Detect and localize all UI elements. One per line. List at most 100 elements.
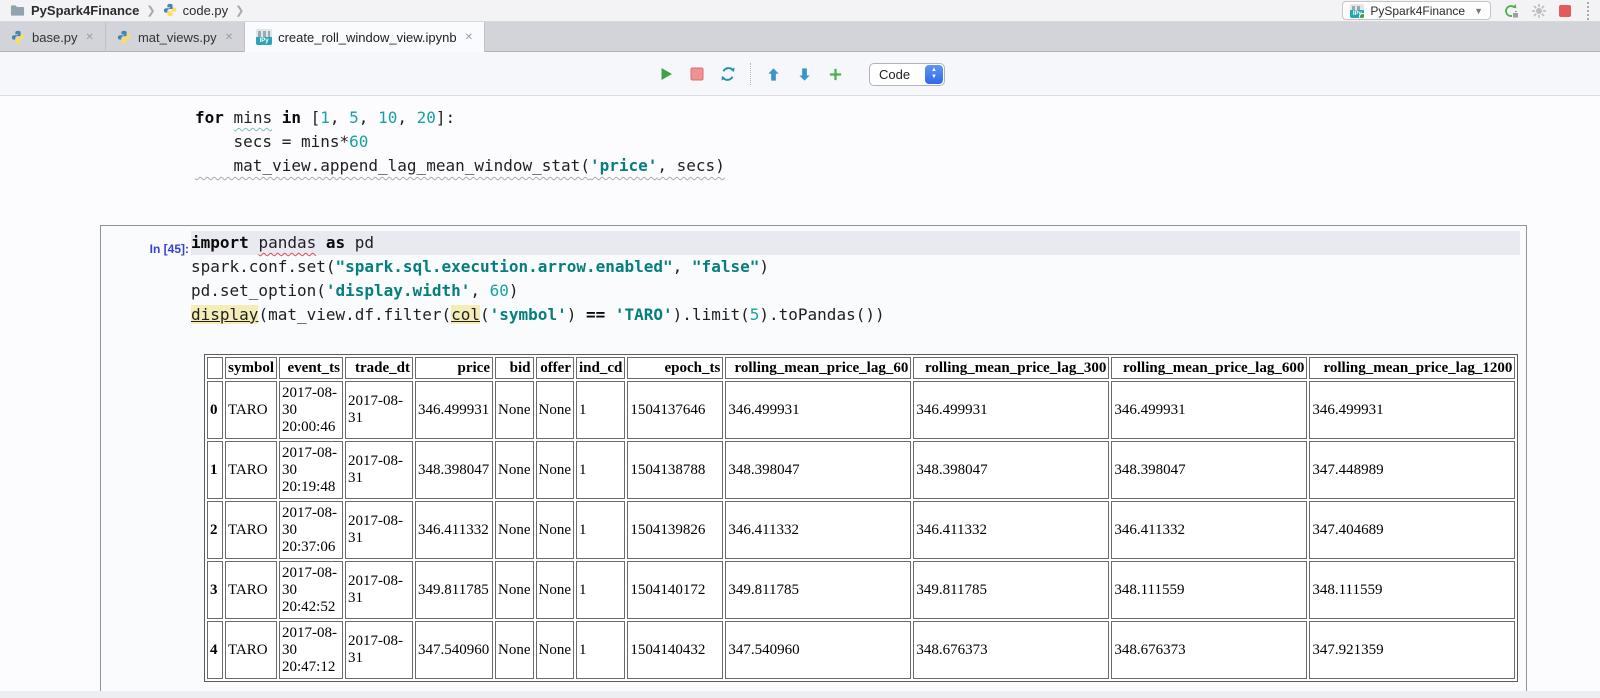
running-indicator-dot — [1359, 13, 1364, 18]
code-cell-display[interactable]: import pandas as pdspark.conf.set("spark… — [191, 231, 1520, 327]
table-cell: 347.448989 — [1309, 441, 1515, 499]
table-cell: None — [495, 561, 534, 619]
table-cell: 349.811785 — [725, 561, 911, 619]
jupyter-file-icon: IPy — [1350, 4, 1364, 18]
cell-execution-label: In [45]: — [129, 242, 189, 256]
table-cell: 2017-08-30 20:37:06 — [279, 501, 343, 559]
breadcrumb-project[interactable]: PySpark4Finance — [31, 3, 139, 18]
tab-base-py[interactable]: base.py ✕ — [0, 22, 106, 52]
column-header: ind_cd — [576, 357, 625, 379]
run-cell-button[interactable] — [657, 65, 675, 83]
table-cell: 347.540960 — [415, 621, 493, 679]
run-configuration-select[interactable]: IPy PySpark4Finance ▼ — [1342, 1, 1491, 20]
table-cell: TARO — [225, 381, 277, 439]
tab-mat-views-py[interactable]: mat_views.py ✕ — [106, 22, 245, 52]
table-cell: 346.411332 — [1111, 501, 1307, 559]
column-header: symbol — [225, 357, 277, 379]
column-header: event_ts — [279, 357, 343, 379]
python-icon — [11, 30, 26, 45]
toolbar-separator — [750, 63, 751, 85]
close-icon[interactable]: ✕ — [225, 32, 233, 43]
python-icon — [117, 30, 132, 45]
table-cell: 1 — [576, 501, 625, 559]
tab-create-roll-window-view-ipynb[interactable]: IPy create_roll_window_view.ipynb ✕ — [245, 22, 485, 52]
column-header: price — [415, 357, 493, 379]
notebook-toolbar: Code ▲▼ — [0, 52, 1600, 96]
table-cell: 346.411332 — [725, 501, 911, 559]
code-cell-loop[interactable]: for mins in [1, 5, 10, 20]: secs = mins*… — [195, 106, 725, 178]
table-cell: 2017-08-31 — [345, 381, 413, 439]
run-configuration-name: PySpark4Finance — [1370, 4, 1465, 18]
cell-type-select[interactable]: Code ▲▼ — [869, 63, 945, 86]
table-cell: None — [536, 561, 575, 619]
table-cell: 346.411332 — [913, 501, 1109, 559]
select-spinner-icon: ▲▼ — [925, 65, 943, 84]
table-cell: 348.398047 — [913, 441, 1109, 499]
row-index: 0 — [207, 381, 223, 439]
table-cell: None — [536, 501, 575, 559]
breadcrumb-file[interactable]: code.py — [183, 3, 229, 18]
column-header: offer — [536, 357, 575, 379]
table-cell: 346.499931 — [1309, 381, 1515, 439]
move-cell-up-button[interactable] — [764, 65, 782, 83]
gear-icon[interactable] — [1531, 3, 1547, 19]
python-icon — [163, 3, 178, 18]
jupyter-file-icon: IPy — [256, 29, 272, 45]
table-cell: 348.676373 — [1111, 621, 1307, 679]
row-index: 2 — [207, 501, 223, 559]
column-header: epoch_ts — [627, 357, 723, 379]
restart-kernel-icon[interactable] — [719, 65, 737, 83]
table-cell: None — [495, 381, 534, 439]
output-table: symbolevent_tstrade_dtpricebidofferind_c… — [204, 354, 1518, 682]
column-header: rolling_mean_price_lag_60 — [725, 357, 911, 379]
column-header: trade_dt — [345, 357, 413, 379]
table-cell: 346.499931 — [1111, 381, 1307, 439]
table-cell: 347.540960 — [725, 621, 911, 679]
table-cell: 2017-08-31 — [345, 501, 413, 559]
table-row: 2TARO2017-08-30 20:37:062017-08-31 346.41… — [207, 501, 1515, 559]
table-row: 3TARO2017-08-30 20:42:522017-08-31349.81… — [207, 561, 1515, 619]
table-cell: TARO — [225, 621, 277, 679]
table-cell: 348.398047 — [725, 441, 911, 499]
table-cell: 346.499931 — [415, 381, 493, 439]
table-cell: 2017-08-31 — [345, 621, 413, 679]
table-cell: 349.811785 — [913, 561, 1109, 619]
chevron-right-icon: ❯ — [146, 4, 155, 17]
table-cell: 2017-08-30 20:42:52 — [279, 561, 343, 619]
stop-icon[interactable] — [1559, 5, 1571, 17]
toolbar-drag-handle[interactable] — [1587, 2, 1590, 20]
cell-output: symbolevent_tstrade_dtpricebidofferind_c… — [204, 354, 1518, 682]
table-cell: 348.398047 — [415, 441, 493, 499]
folder-icon — [10, 3, 25, 18]
table-cell: 348.111559 — [1111, 561, 1307, 619]
table-cell: 348.676373 — [913, 621, 1109, 679]
table-cell: 2017-08-30 20:19:48 — [279, 441, 343, 499]
rerun-icon[interactable] — [1503, 3, 1519, 19]
close-icon[interactable]: ✕ — [86, 32, 94, 43]
horizontal-scrollbar[interactable] — [0, 691, 1600, 698]
add-cell-button[interactable] — [826, 65, 844, 83]
breadcrumb-bar: PySpark4Finance ❯ code.py ❯ IPy PySpark4… — [0, 0, 1600, 22]
column-header: rolling_mean_price_lag_600 — [1111, 357, 1307, 379]
table-cell: None — [495, 501, 534, 559]
table-cell: 346.499931 — [913, 381, 1109, 439]
table-cell: 1 — [576, 621, 625, 679]
notebook-cell-selected[interactable]: In [45]: import pandas as pdspark.conf.s… — [100, 225, 1527, 698]
editor-tab-bar: base.py ✕ mat_views.py ✕ IPy create_roll… — [0, 22, 1600, 52]
table-cell: 348.398047 — [1111, 441, 1307, 499]
tab-label: base.py — [32, 30, 78, 45]
tab-label: create_roll_window_view.ipynb — [278, 30, 457, 45]
table-cell: 2017-08-30 20:00:46 — [279, 381, 343, 439]
table-cell: TARO — [225, 501, 277, 559]
table-row: 4TARO2017-08-30 20:47:122017-08-31347.54… — [207, 621, 1515, 679]
table-cell: 348.111559 — [1309, 561, 1515, 619]
table-cell: None — [536, 621, 575, 679]
chevron-right-icon: ❯ — [235, 4, 244, 17]
notebook-editor: for mins in [1, 5, 10, 20]: secs = mins*… — [0, 96, 1600, 698]
stop-kernel-button[interactable] — [688, 65, 706, 83]
move-cell-down-button[interactable] — [795, 65, 813, 83]
close-icon[interactable]: ✕ — [465, 32, 473, 43]
row-index: 1 — [207, 441, 223, 499]
table-cell: 347.404689 — [1309, 501, 1515, 559]
row-index: 4 — [207, 621, 223, 679]
